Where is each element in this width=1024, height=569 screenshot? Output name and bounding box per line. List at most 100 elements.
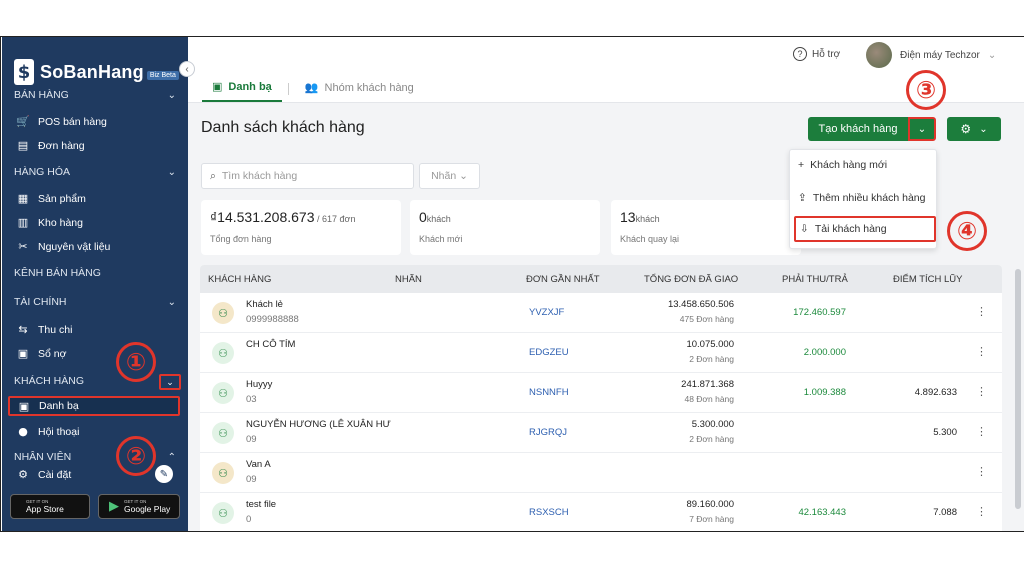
menu-item-label: Thêm nhiều khách hàng (812, 192, 926, 204)
receipt-icon: ▤ (17, 139, 29, 152)
tab-customer-groups[interactable]: 👥 Nhóm khách hàng (295, 76, 424, 101)
label-filter-select[interactable]: Nhãn ⌄ (419, 163, 480, 189)
sidebar-item-contacts[interactable]: ▣ Danh bạ (8, 396, 180, 416)
search-input[interactable]: ⌕ Tìm khách hàng (201, 163, 414, 189)
brand-logo[interactable]: $ SoBanHang Biz Beta (14, 59, 179, 85)
menu-item-label: Khách hàng mới (810, 159, 888, 171)
more-options-icon[interactable]: ⋮ (976, 305, 987, 318)
sidebar-item-materials[interactable]: ✂ Nguyên vật liệu (16, 240, 110, 253)
customer-name[interactable]: NGUYỄN HƯƠNG (LÊ XUÂN HƯ (246, 419, 391, 430)
latest-order-link[interactable]: NSNNFH (529, 387, 569, 398)
sidebar-item-products[interactable]: ▦ Sản phẩm (16, 192, 86, 205)
chat-icon: ● (18, 425, 28, 438)
menu-item-download-customers[interactable]: ⇩ Tải khách hàng (794, 216, 936, 242)
customer-name[interactable]: Khách lẻ (246, 299, 283, 310)
section-kenh-ban-hang[interactable]: KÊNH BÁN HÀNG (14, 267, 176, 279)
gear-icon: ⚙ (18, 468, 28, 481)
column-header[interactable]: KHÁCH HÀNG (208, 274, 271, 285)
section-hang-hoa[interactable]: HÀNG HÓA ⌄ (14, 166, 176, 178)
app-window: $ SoBanHang Biz Beta BÁN HÀNG ⌄ 🛒 POS bán … (0, 36, 1024, 532)
more-options-icon[interactable]: ⋮ (976, 465, 987, 478)
sidebar-item-debt[interactable]: ▣ Sổ nợ (16, 347, 67, 360)
customer-name[interactable]: Van A (246, 459, 271, 470)
order-count: 2 Đơn hàng (689, 434, 734, 444)
loyalty-points: 7.088 (933, 507, 957, 518)
table-row[interactable]: ⚇ Khách lẻ 0999988888 YVZXJF 13.458.650.506 4… (200, 293, 1002, 333)
section-tai-chinh[interactable]: TÀI CHÍNH ⌄ (14, 296, 176, 308)
sidebar-item-warehouse[interactable]: ▥ Kho hàng (16, 216, 83, 229)
more-options-icon[interactable]: ⋮ (976, 425, 987, 438)
tab-contacts[interactable]: ▣ Danh bạ (202, 75, 282, 102)
sidebar-item-label: Sổ nợ (38, 347, 67, 360)
section-label: NHÂN VIÊN (14, 451, 72, 463)
section-label: KHÁCH HÀNG (14, 375, 85, 387)
sidebar-item-settings[interactable]: ⚙ Cài đặt (16, 468, 71, 481)
customer-phone: 0999988888 (246, 314, 299, 325)
avatar: ⚇ (212, 462, 234, 484)
column-header[interactable]: TỔNG ĐƠN ĐÃ GIAO (644, 274, 738, 285)
pencil-icon[interactable]: ✎ (155, 465, 173, 483)
ledger-icon: ▣ (17, 347, 29, 360)
stat-suffix: khách (426, 214, 451, 224)
plus-icon: + (798, 159, 805, 171)
warehouse-icon: ▥ (17, 216, 29, 229)
chevron-down-icon: ⌄ (167, 89, 176, 101)
khach-hang-expand-toggle[interactable]: ⌄ (159, 374, 181, 390)
customer-name[interactable]: test file (246, 499, 276, 510)
column-header[interactable]: PHẢI THU/TRẢ (782, 274, 848, 285)
sidebar-item-label: Cài đặt (38, 468, 72, 481)
contacts-icon: ▣ (212, 81, 223, 93)
create-customer-button[interactable]: Tạo khách hàng (808, 117, 908, 141)
app-store-button[interactable]: GET IT ON App Store (10, 494, 90, 519)
create-options-menu: + Khách hàng mới ⇪ Thêm nhiều khách hàng ⇩… (789, 149, 937, 249)
latest-order-link[interactable]: EDGZEU (529, 347, 569, 358)
brand-name: SoBanHang (40, 61, 144, 82)
help-icon: ? (793, 47, 807, 61)
user-menu[interactable]: Điện máy Techzor ⌄ (866, 42, 996, 68)
table-row[interactable]: ⚇ Huyyy 03 NSNNFH 241.871.368 48 Đơn hàng 1.00… (200, 373, 1002, 413)
latest-order-link[interactable]: YVZXJF (529, 307, 564, 318)
tab-label: Nhóm khách hàng (324, 81, 414, 94)
chevron-left-icon: ‹ (185, 63, 189, 75)
more-options-icon[interactable]: ⋮ (976, 505, 987, 518)
utensils-icon: ✂ (18, 240, 28, 253)
column-header[interactable]: ĐIỂM TÍCH LŨY (893, 274, 963, 285)
customer-name[interactable]: CH CÔ TÍM (246, 339, 295, 350)
customer-phone: 03 (246, 394, 257, 405)
menu-item-import-customers[interactable]: ⇪ Thêm nhiều khách hàng (798, 192, 925, 204)
user-name: Điện máy Techzor (900, 49, 980, 61)
chevron-down-icon: ⌄ (979, 123, 988, 135)
contacts-icon: ▣ (18, 399, 30, 413)
column-header[interactable]: NHÃN (395, 274, 422, 285)
sidebar-item-pos[interactable]: 🛒 POS bán hàng (16, 115, 107, 128)
latest-order-link[interactable]: RJGRQJ (529, 427, 567, 438)
avatar: ⚇ (212, 342, 234, 364)
settings-button[interactable]: ⚙ ⌄ (947, 117, 1001, 141)
customer-name[interactable]: Huyyy (246, 379, 272, 390)
create-options-toggle[interactable]: ⌄ (908, 117, 936, 141)
menu-item-new-customer[interactable]: + Khách hàng mới (798, 159, 887, 171)
google-play-button[interactable]: ▶ GET IT ON Google Play (98, 494, 180, 519)
table-row[interactable]: ⚇ Van A 09 ⋮ (200, 453, 1002, 493)
sidebar-collapse-button[interactable]: ‹ (179, 61, 195, 77)
search-icon: ⌕ (210, 169, 216, 182)
section-ban-hang[interactable]: BÁN HÀNG ⌄ (14, 89, 176, 101)
store-label: Google Play (124, 504, 171, 514)
sidebar-item-cashflow[interactable]: ⇆ Thu chi (16, 323, 72, 336)
sidebar-item-chat[interactable]: ● Hội thoại (16, 425, 79, 438)
table-row[interactable]: ⚇ CH CÔ TÍM EDGZEU 10.075.000 2 Đơn hàng 2.00… (200, 333, 1002, 373)
help-link[interactable]: ? Hỗ trợ (793, 47, 840, 61)
avatar: ⚇ (212, 422, 234, 444)
chevron-up-icon: ⌃ (167, 451, 176, 463)
table-scrollbar[interactable] (1015, 269, 1021, 509)
sidebar-item-orders[interactable]: ▤ Đơn hàng (16, 139, 85, 152)
column-header[interactable]: ĐƠN GẦN NHẤT (526, 274, 600, 285)
brand-badge: Biz Beta (146, 70, 179, 80)
delivered-total: 241.871.368 (681, 379, 734, 390)
latest-order-link[interactable]: RSXSCH (529, 507, 569, 518)
table-row[interactable]: ⚇ NGUYỄN HƯƠNG (LÊ XUÂN HƯ 09 RJGRQJ 5.300.0… (200, 413, 1002, 453)
more-options-icon[interactable]: ⋮ (976, 345, 987, 358)
sidebar-item-label: Sản phẩm (38, 192, 86, 205)
table-row[interactable]: ⚇ test file 0 RSXSCH 89.160.000 7 Đơn hàng 42.… (200, 493, 1002, 531)
more-options-icon[interactable]: ⋮ (976, 385, 987, 398)
